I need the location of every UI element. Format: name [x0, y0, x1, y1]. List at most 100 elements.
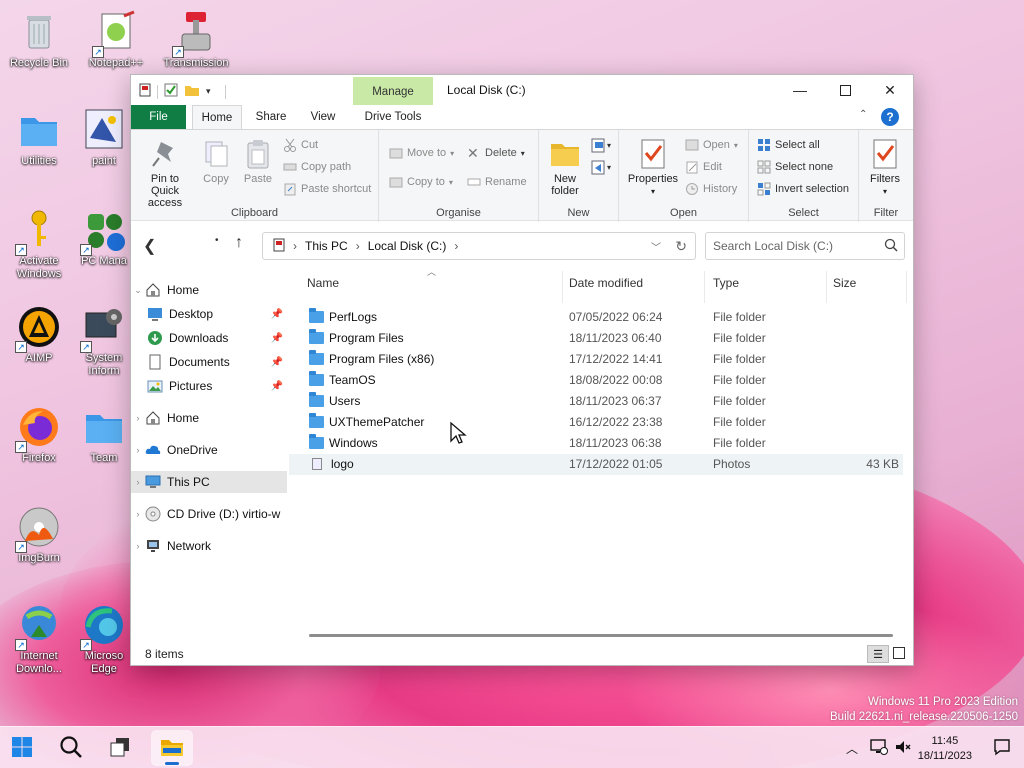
horizontal-scrollbar[interactable] [309, 634, 893, 637]
tab-view[interactable]: View [301, 105, 345, 129]
file-row-program-files[interactable]: Program Files 18/11/2023 06:40 File folder [289, 328, 903, 349]
filters-button[interactable]: Filters ▾ [865, 138, 905, 198]
minimize-button[interactable]: — [777, 75, 823, 105]
move-to-button[interactable]: Move to ▾ [389, 146, 454, 160]
select-none-button[interactable]: Select none [757, 160, 833, 174]
qat-dropdown-icon[interactable]: ▾ [206, 86, 211, 97]
show-hidden-icons-button[interactable]: ︿ [842, 740, 862, 757]
tab-manage[interactable]: Manage [353, 77, 433, 105]
desktop-icon-aimp[interactable]: ↗ AIMP [1, 305, 77, 365]
back-button[interactable]: ❮ [143, 236, 156, 256]
task-view-button[interactable] [102, 730, 138, 766]
search-taskbar-button[interactable] [53, 730, 89, 766]
desktop-icon-firefox[interactable]: ↗ Firefox [1, 405, 77, 465]
desktop-icon-utilities[interactable]: Utilities [1, 108, 77, 168]
tab-file[interactable]: File [131, 105, 186, 129]
new-item-button[interactable]: ▾ [591, 138, 613, 157]
rename-button[interactable]: Rename [467, 175, 527, 189]
tab-home[interactable]: Home [192, 105, 242, 130]
nav-item-desktop[interactable]: Desktop 📌 [131, 303, 287, 325]
new-folder-button[interactable]: New folder [545, 138, 585, 197]
delete-button[interactable]: ✕ Delete ▾ [467, 146, 525, 160]
column-header-name[interactable]: Name [307, 271, 563, 303]
tab-share[interactable]: Share [249, 105, 293, 129]
nav-item-pictures[interactable]: Pictures 📌 [131, 375, 287, 397]
file-type: Photos [713, 457, 751, 471]
breadcrumb-this-pc[interactable]: This PC [305, 239, 348, 253]
nav-item-documents[interactable]: Documents 📌 [131, 351, 287, 373]
desktop-icon-internet-download-manager[interactable]: ↗ Internet Downlo... [1, 603, 77, 676]
cut-button[interactable]: Cut [283, 138, 318, 152]
collapse-ribbon-icon[interactable]: ⌃ [859, 109, 867, 120]
desktop-icon-activate-windows[interactable]: ↗ Activate Windows [1, 208, 77, 281]
column-header-size[interactable]: Size [833, 271, 907, 303]
desktop-icon-teamos[interactable]: Team [78, 405, 130, 465]
paste-button[interactable]: Paste [239, 138, 277, 185]
search-box[interactable]: Search Local Disk (C:) [705, 232, 905, 260]
tab-drive-tools[interactable]: Drive Tools [357, 105, 429, 129]
recent-locations-button[interactable]: • [215, 235, 219, 246]
desktop-icon-system-information[interactable]: ↗ System Inform [78, 305, 130, 378]
file-explorer-taskbar-button[interactable] [151, 730, 193, 766]
drive-icon [273, 238, 285, 255]
desktop-icon-recycle-bin[interactable]: Recycle Bin [1, 10, 77, 70]
open-button[interactable]: Open ▾ [685, 138, 738, 152]
title-bar[interactable]: ▾ Manage Local Disk (C:) — ✕ [131, 75, 913, 105]
properties-button[interactable]: Properties ▾ [625, 138, 681, 198]
explorer-app-icon[interactable] [139, 83, 151, 100]
new-folder-qat-icon[interactable] [184, 83, 200, 100]
help-icon[interactable]: ? [881, 108, 899, 126]
file-row-uxthemepatcher[interactable]: UXThemePatcher 16/12/2022 23:38 File folde… [289, 412, 903, 433]
nav-item-downloads[interactable]: Downloads 📌 [131, 327, 287, 349]
desktop-icon-transmission[interactable]: ↗ Transmission [158, 10, 234, 70]
nav-item-home-2[interactable]: › Home [131, 407, 287, 429]
file-row-perflogs[interactable]: PerfLogs 07/05/2022 06:24 File folder [289, 307, 903, 328]
nav-item-onedrive[interactable]: › OneDrive [131, 439, 287, 461]
file-row-logo[interactable]: logo 17/12/2022 01:05 Photos 43 KB [289, 454, 903, 475]
address-bar[interactable]: › This PC › Local Disk (C:) › ﹀ ↻ [262, 232, 696, 260]
desktop-icon-imgburn[interactable]: ↗ ImgBurn [1, 505, 77, 565]
start-button[interactable] [4, 730, 40, 766]
nav-item-cd-drive[interactable]: › CD Drive (D:) virtio-w [131, 503, 287, 525]
pin-to-quick-access-button[interactable]: Pin to Quick access [137, 138, 193, 209]
desktop-icon-edge[interactable]: ↗ Microso Edge [78, 603, 130, 676]
large-icons-view-button[interactable] [893, 647, 905, 659]
file-row-users[interactable]: Users 18/11/2023 06:37 File folder [289, 391, 903, 412]
paste-shortcut-button[interactable]: Paste shortcut [283, 182, 371, 196]
desktop-icon-paint[interactable]: paint [78, 108, 130, 168]
nav-item-home[interactable]: ⌄ Home [131, 279, 287, 301]
file-row-windows[interactable]: Windows 18/11/2023 06:38 File folder [289, 433, 903, 454]
volume-muted-icon[interactable] [892, 739, 914, 758]
up-button[interactable]: ↑ [235, 234, 243, 252]
taskbar-clock[interactable]: 11:45 18/11/2023 [918, 734, 972, 764]
column-header-type[interactable]: Type [713, 271, 827, 303]
desktop-icon-notepadpp[interactable]: ↗ Notepad++ [78, 10, 154, 70]
maximize-button[interactable] [822, 75, 868, 105]
easy-access-button[interactable]: ▾ [591, 160, 613, 179]
nav-item-network[interactable]: › Network [131, 535, 287, 557]
column-header-date[interactable]: Date modified [569, 271, 705, 303]
rename-label: Rename [485, 176, 527, 188]
refresh-icon[interactable]: ↻ [675, 238, 687, 255]
copy-path-button[interactable]: Copy path [283, 160, 351, 174]
address-dropdown-icon[interactable]: ﹀ [651, 239, 661, 254]
file-row-program-files-x86[interactable]: Program Files (x86) 17/12/2022 14:41 File … [289, 349, 903, 370]
edit-button[interactable]: Edit [685, 160, 722, 174]
desktop-icon-pc-manager[interactable]: ↗ PC Mana [78, 208, 130, 268]
file-explorer-window[interactable]: ▾ Manage Local Disk (C:) — ✕ File Home S… [130, 74, 914, 666]
notifications-button[interactable] [984, 730, 1020, 766]
nav-item-this-pc[interactable]: › This PC [131, 471, 287, 493]
select-all-button[interactable]: Select all [757, 138, 820, 152]
history-button[interactable]: History [685, 182, 737, 196]
breadcrumb-local-disk[interactable]: Local Disk (C:) [368, 239, 447, 253]
file-name: Program Files [329, 331, 404, 345]
properties-qat-icon[interactable] [164, 83, 178, 100]
invert-selection-button[interactable]: Invert selection [757, 182, 849, 196]
copy-to-button[interactable]: Copy to ▾ [389, 175, 453, 189]
copy-button[interactable]: Copy [199, 138, 233, 185]
move-to-icon [389, 146, 403, 160]
network-status-icon[interactable] [866, 738, 892, 758]
file-row-teamos[interactable]: TeamOS 18/08/2022 00:08 File folder [289, 370, 903, 391]
details-view-button[interactable]: ☰ [867, 645, 889, 663]
close-button[interactable]: ✕ [867, 75, 913, 105]
